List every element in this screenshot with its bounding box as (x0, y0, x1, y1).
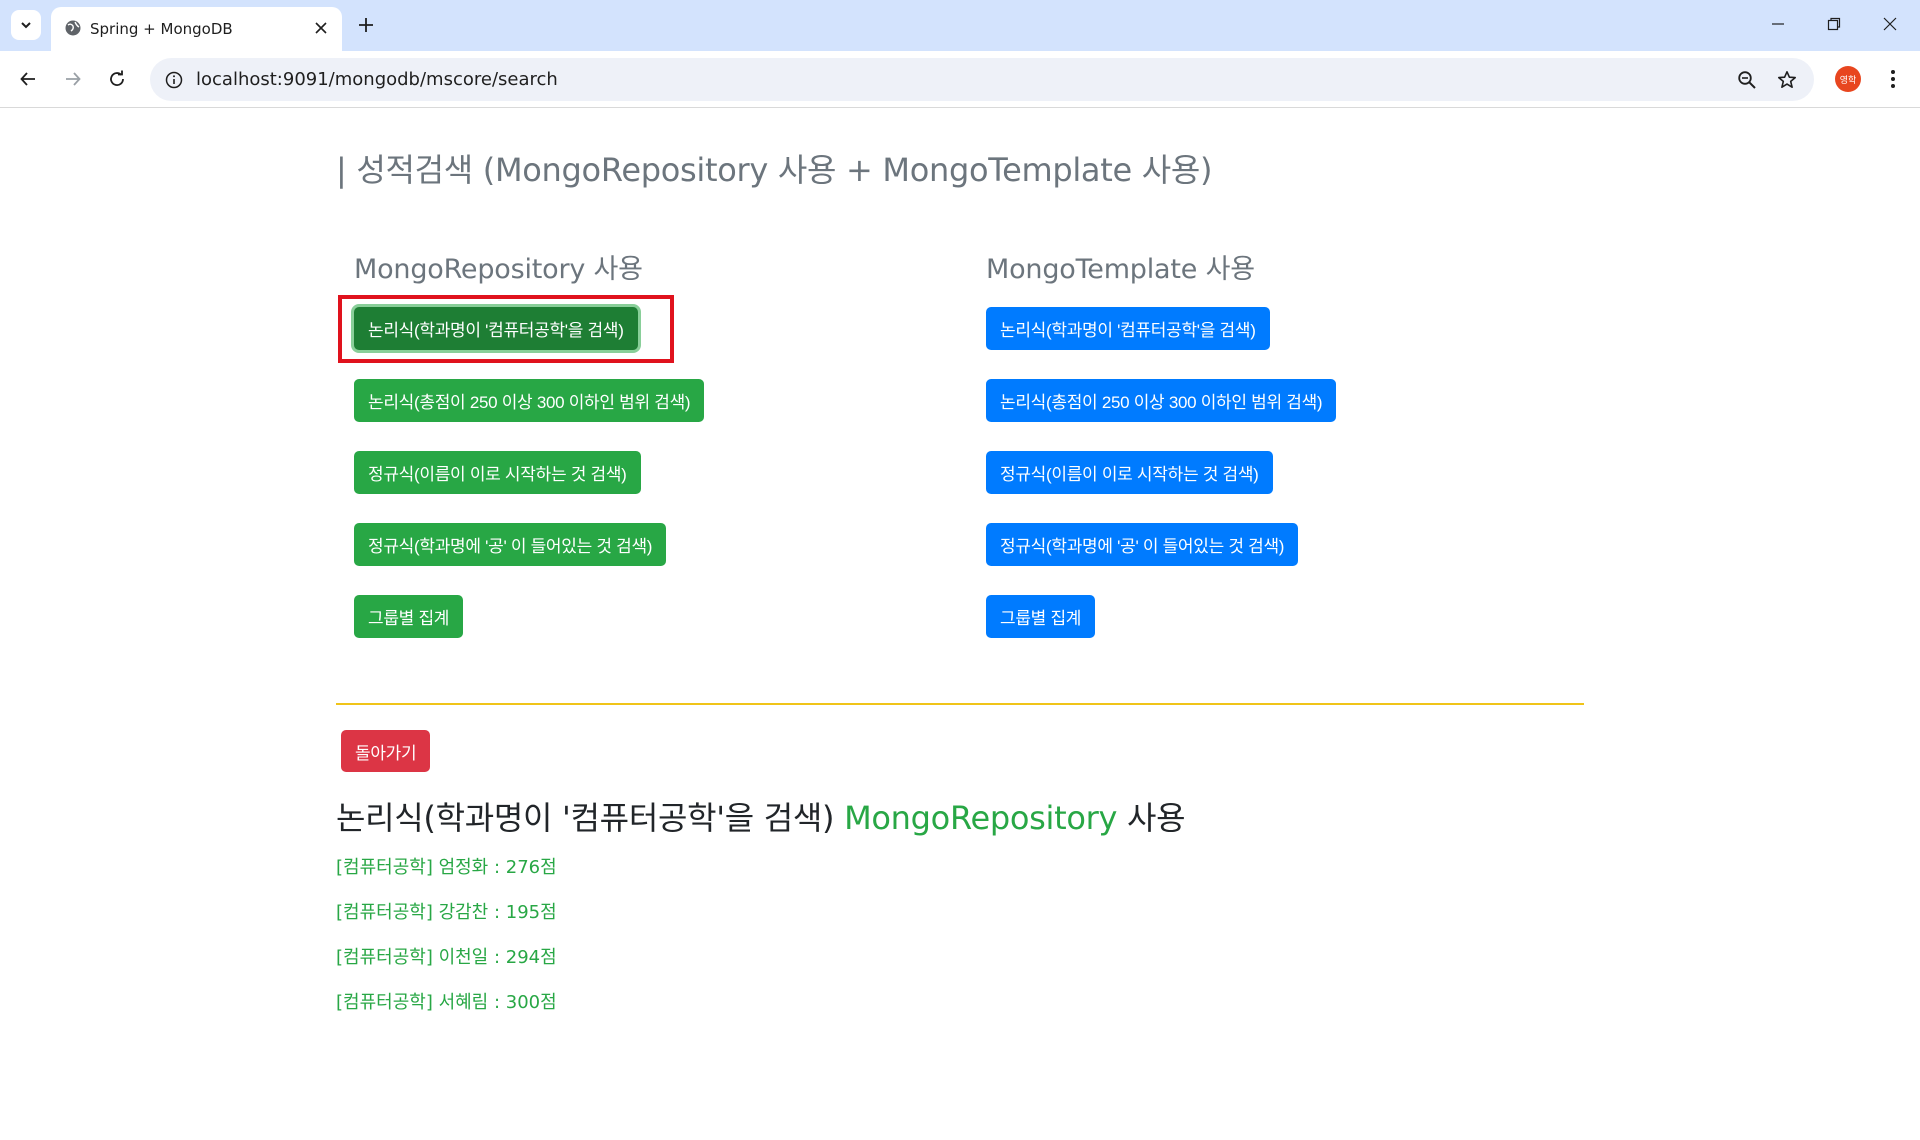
more-vertical-icon (1891, 70, 1895, 88)
chevron-down-icon (21, 22, 31, 29)
repo-group-aggregate-button[interactable]: 그룹별 집계 (354, 595, 464, 638)
minimize-button[interactable] (1758, 6, 1798, 42)
close-window-button[interactable] (1870, 6, 1910, 42)
bookmark-star-icon[interactable] (1774, 67, 1800, 93)
result-suffix-label: 사용 (1127, 799, 1186, 837)
template-logical-dept-button[interactable]: 논리식(학과명이 '컴퓨터공학'을 검색) (986, 307, 1270, 350)
section-divider (336, 703, 1584, 705)
back-button[interactable] (10, 61, 46, 97)
arrow-left-icon (20, 72, 35, 86)
site-info-icon[interactable] (162, 68, 186, 92)
back-to-list-button[interactable]: 돌아가기 (341, 730, 431, 772)
result-item: [컴퓨터공학] 강감찬 : 195점 (336, 902, 557, 923)
zoom-icon[interactable] (1734, 67, 1760, 93)
restore-button[interactable] (1814, 6, 1854, 42)
browser-tab[interactable]: Spring + MongoDB (51, 7, 342, 51)
template-regex-name-button[interactable]: 정규식(이름이 이로 시작하는 것 검색) (986, 451, 1273, 494)
forward-button[interactable] (55, 61, 91, 97)
profile-avatar[interactable]: 영학 (1835, 66, 1861, 92)
repo-regex-dept-button[interactable]: 정규식(학과명에 '공' 이 들어있는 것 검색) (354, 523, 667, 566)
template-group-aggregate-button[interactable]: 그룹별 집계 (986, 595, 1096, 638)
result-item: [컴퓨터공학] 서혜림 : 300점 (336, 992, 557, 1013)
reload-icon (110, 70, 124, 86)
template-logical-range-button[interactable]: 논리식(총점이 250 이상 300 이하인 범위 검색) (986, 379, 1337, 422)
result-item: [컴퓨터공학] 이천일 : 294점 (336, 947, 557, 968)
page-title: | 성적검색 (MongoRepository 사용 + MongoTempla… (336, 151, 1213, 189)
new-tab-button[interactable] (351, 10, 381, 40)
repository-heading: MongoRepository 사용 (354, 254, 643, 285)
url-text[interactable]: localhost:9091/mongodb/mscore/search (196, 69, 558, 90)
result-title: 논리식(학과명이 '컴퓨터공학'을 검색) MongoRepository 사용 (336, 793, 1186, 839)
globe-icon (62, 17, 84, 39)
restore-icon (1827, 17, 1841, 31)
close-tab-icon[interactable] (308, 15, 334, 41)
result-method-label: MongoRepository (844, 799, 1118, 837)
tab-title: Spring + MongoDB (90, 20, 233, 38)
repo-logical-dept-button[interactable]: 논리식(학과명이 '컴퓨터공학'을 검색) (354, 307, 638, 350)
repo-logical-range-button[interactable]: 논리식(총점이 250 이상 300 이하인 범위 검색) (354, 379, 705, 422)
minimize-icon (1772, 23, 1784, 25)
repo-regex-name-button[interactable]: 정규식(이름이 이로 시작하는 것 검색) (354, 451, 641, 494)
browser-tab-bar: Spring + MongoDB (0, 0, 1920, 51)
address-bar[interactable]: localhost:9091/mongodb/mscore/search (150, 58, 1814, 101)
profile-label: 영학 (1839, 75, 1857, 86)
result-query-label: 논리식(학과명이 '컴퓨터공학'을 검색) (336, 799, 835, 837)
close-icon (1883, 17, 1897, 31)
browser-toolbar: localhost:9091/mongodb/mscore/search 영학 (0, 51, 1920, 108)
arrow-right-icon (66, 72, 81, 86)
template-heading: MongoTemplate 사용 (986, 254, 1255, 285)
browser-menu-button[interactable] (1879, 65, 1907, 93)
reload-button[interactable] (99, 61, 135, 97)
template-regex-dept-button[interactable]: 정규식(학과명에 '공' 이 들어있는 것 검색) (986, 523, 1299, 566)
tab-search-button[interactable] (11, 10, 41, 40)
plus-icon (359, 18, 373, 32)
result-item: [컴퓨터공학] 엄정화 : 276점 (336, 857, 557, 878)
